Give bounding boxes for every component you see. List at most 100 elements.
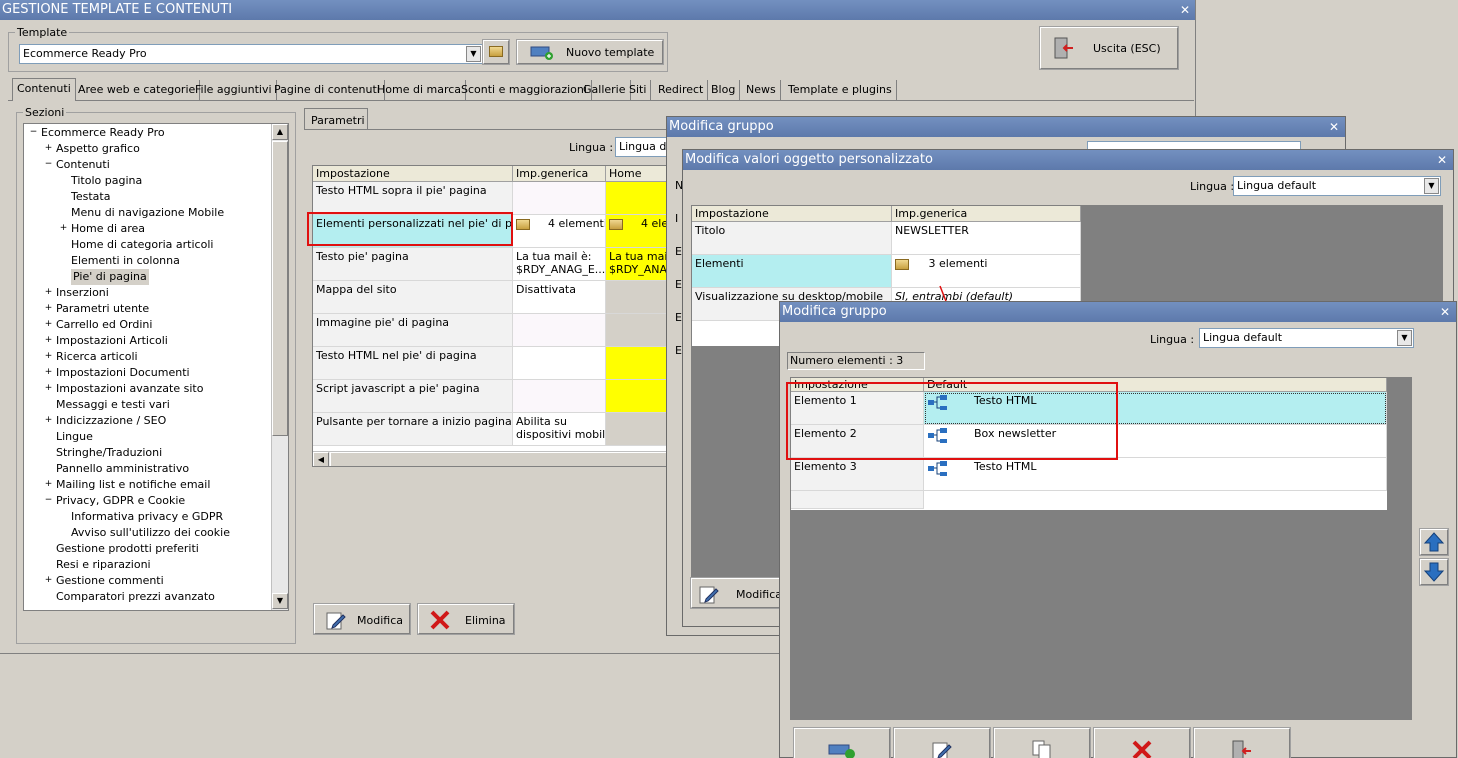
grid-row-home[interactable] — [606, 182, 671, 215]
tab-template-plugins[interactable]: Template e plugins — [784, 80, 897, 100]
tree-expander-icon[interactable]: + — [44, 480, 53, 489]
tree-item[interactable]: Pie' di pagina — [71, 269, 149, 285]
tree-item[interactable]: Comparatori prezzi avanzato — [56, 589, 215, 605]
tree-item[interactable]: Impostazioni avanzate sito — [56, 381, 203, 397]
tree-item[interactable]: Lingue — [56, 429, 93, 445]
exit-button[interactable]: Uscita (ESC) — [1039, 26, 1179, 70]
tab-gallerie[interactable]: Gallerie — [579, 80, 631, 100]
sections-tree[interactable]: ▲ ▼ − Ecommerce Ready Pro + Aspetto grafico… — [23, 123, 289, 611]
grid-row-setting[interactable]: Pulsante per tornare a inizio pagina — [313, 413, 513, 446]
grid-row-home[interactable] — [606, 281, 671, 314]
tree-expander-icon[interactable]: − — [29, 128, 38, 137]
move-down-button[interactable] — [1419, 558, 1449, 586]
dialog3-close-icon[interactable]: ✕ — [1440, 302, 1450, 322]
tree-item[interactable]: Home di categoria articoli — [71, 237, 213, 253]
tree-expander-icon[interactable]: + — [44, 336, 53, 345]
grid-row-home[interactable] — [606, 413, 671, 446]
dialog1-close-icon[interactable]: ✕ — [1329, 117, 1339, 137]
tree-expander-icon[interactable]: + — [44, 288, 53, 297]
scroll-left-icon[interactable]: ◀ — [313, 452, 329, 466]
chevron-down-icon[interactable]: ▼ — [466, 46, 481, 62]
main-close-icon[interactable]: ✕ — [1180, 0, 1190, 20]
tree-expander-icon[interactable]: + — [59, 224, 68, 233]
grid-row-generic[interactable]: 4 elementi — [513, 215, 606, 248]
tree-item[interactable]: Stringhe/Traduzioni — [56, 445, 162, 461]
tree-item[interactable]: Resi e riparazioni — [56, 557, 151, 573]
tree-expander-icon[interactable]: − — [44, 160, 53, 169]
tree-item[interactable]: Inserzioni — [56, 285, 109, 301]
dialog3-grid[interactable]: Impostazione Default Elemento 1 Testo HTM… — [790, 377, 1412, 720]
tree-expander-icon[interactable]: + — [44, 144, 53, 153]
tree-item[interactable]: Impostazioni Articoli — [56, 333, 168, 349]
modify-button[interactable]: Modifica — [313, 603, 411, 635]
grid-row-setting[interactable]: Script javascript a pie' pagina — [313, 380, 513, 413]
tab-pagine-contenuti[interactable]: Pagine di contenuti — [270, 80, 385, 100]
dialog2-modify-button[interactable]: Modifica — [690, 577, 788, 609]
grid-row-setting[interactable]: Testo HTML sopra il pie' pagina — [313, 182, 513, 215]
template-select[interactable]: Ecommerce Ready Pro ▼ — [19, 44, 483, 64]
grid-row-generic[interactable]: Abilita su dispositivi mobil... — [513, 413, 606, 446]
dialog3-row-setting[interactable]: Elemento 2 — [791, 425, 924, 458]
params-grid[interactable]: Impostazione Imp.generica Home Testo HTM… — [312, 165, 672, 467]
grid-row-setting[interactable]: Testo HTML nel pie' di pagina — [313, 347, 513, 380]
tree-item[interactable]: Pannello amministrativo — [56, 461, 189, 477]
tree-item[interactable]: Ricerca articoli — [56, 349, 138, 365]
tree-item[interactable]: Titolo pagina — [71, 173, 142, 189]
tab-aree-web[interactable]: Aree web e categorie — [74, 80, 201, 100]
open-folder-button[interactable] — [482, 39, 510, 65]
tree-scrollbar[interactable]: ▲ ▼ — [271, 124, 288, 610]
tree-item[interactable]: Avviso sull'utilizzo dei cookie — [71, 525, 230, 541]
delete-button[interactable]: Elimina — [417, 603, 515, 635]
tree-expander-icon[interactable]: − — [44, 496, 53, 505]
exit-dialog-button[interactable] — [1193, 727, 1291, 758]
tree-expander-icon[interactable]: + — [44, 384, 53, 393]
dialog3-row-value[interactable]: Testo HTML — [924, 392, 1387, 425]
copy-element-button[interactable] — [993, 727, 1091, 758]
tree-item[interactable]: Contenuti — [56, 157, 110, 173]
tree-item[interactable]: Home di area — [71, 221, 145, 237]
scroll-thumb[interactable] — [272, 141, 288, 436]
dialog3-row-setting[interactable]: Elemento 1 — [791, 392, 924, 425]
grid-row-generic[interactable] — [513, 380, 606, 413]
tree-expander-icon[interactable]: + — [44, 320, 53, 329]
grid-row-home[interactable]: 4 ele — [606, 215, 671, 248]
tab-redirect[interactable]: Redirect — [654, 80, 709, 100]
grid-row-setting[interactable]: Elementi personalizzati nel pie' di pagi… — [313, 215, 513, 248]
grid-row-home[interactable] — [606, 380, 671, 413]
chevron-down-icon[interactable]: ▼ — [1424, 178, 1439, 194]
tree-item[interactable]: Indicizzazione / SEO — [56, 413, 166, 429]
grid-row-home[interactable] — [606, 347, 671, 380]
grid-row-home[interactable] — [606, 314, 671, 347]
grid-row-generic[interactable]: La tua mail è: $RDY_ANAG_E... — [513, 248, 606, 281]
tree-item[interactable]: Elementi in colonna — [71, 253, 180, 269]
params-tab[interactable]: Parametri — [304, 108, 368, 130]
tree-expander-icon[interactable]: + — [44, 304, 53, 313]
delete-element-button[interactable] — [1093, 727, 1191, 758]
tree-item[interactable]: Gestione commenti — [56, 573, 164, 589]
tab-news[interactable]: News — [742, 80, 781, 100]
grid-row-setting[interactable]: Testo pie' pagina — [313, 248, 513, 281]
tree-item[interactable]: Messaggi e testi vari — [56, 397, 170, 413]
scroll-up-icon[interactable]: ▲ — [272, 124, 288, 140]
tree-item[interactable]: Aspetto grafico — [56, 141, 140, 157]
grid-row-setting[interactable]: Immagine pie' di pagina — [313, 314, 513, 347]
tab-blog[interactable]: Blog — [707, 80, 741, 100]
tree-item[interactable]: Menu di navigazione Mobile — [71, 205, 224, 221]
tab-contenuti[interactable]: Contenuti — [12, 78, 76, 101]
tree-expander-icon[interactable]: + — [44, 576, 53, 585]
tree-item[interactable]: Carrello ed Ordini — [56, 317, 152, 333]
dialog3-lingua-select[interactable]: Lingua default ▼ — [1199, 328, 1414, 348]
grid-row-home[interactable]: La tua mail è: $RDY_ANAG — [606, 248, 671, 281]
grid-row-generic[interactable] — [513, 314, 606, 347]
new-template-button[interactable]: Nuovo template — [516, 39, 664, 65]
tree-item[interactable]: Impostazioni Documenti — [56, 365, 190, 381]
grid-hscrollbar[interactable]: ◀ — [313, 451, 671, 466]
dialog2-close-icon[interactable]: ✕ — [1437, 150, 1447, 170]
tab-sconti[interactable]: Sconti e maggiorazioni — [457, 80, 592, 100]
tab-file-aggiuntivi[interactable]: File aggiuntivi — [191, 80, 277, 100]
tree-expander-icon[interactable]: + — [44, 368, 53, 377]
hscroll-thumb[interactable] — [330, 452, 670, 466]
move-up-button[interactable] — [1419, 528, 1449, 556]
add-element-button[interactable] — [793, 727, 891, 758]
dialog3-row-setting[interactable]: Elemento 3 — [791, 458, 924, 491]
